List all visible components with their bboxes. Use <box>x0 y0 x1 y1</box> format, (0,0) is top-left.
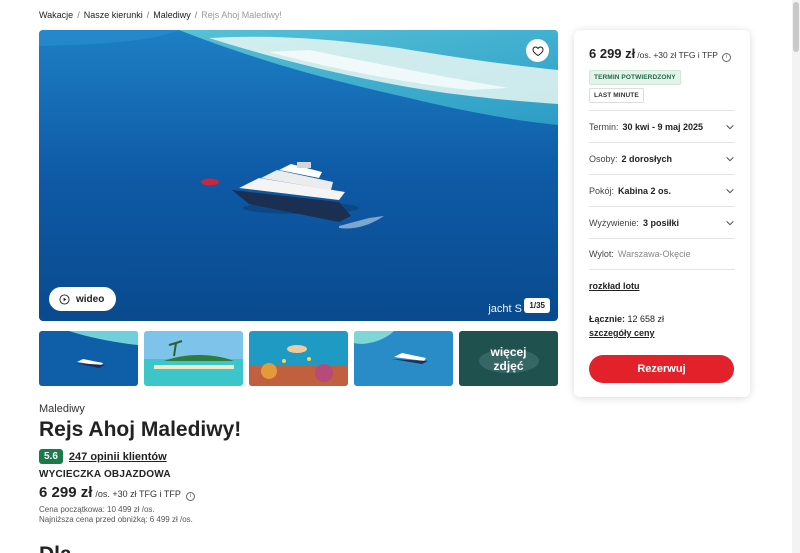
video-button[interactable]: wideo <box>49 287 117 311</box>
breadcrumb-link-wakacje[interactable]: Wakacje <box>39 10 73 20</box>
price-details-link[interactable]: szczegóły ceny <box>589 328 655 338</box>
board-select[interactable]: Wyżywienie: 3 posiłki <box>589 206 735 238</box>
tag-last-minute: LAST MINUTE <box>589 88 644 103</box>
thumbnail-strip: więcej zdjęć <box>39 331 558 386</box>
play-icon <box>59 293 70 305</box>
breadcrumb-link-malediwy[interactable]: Malediwy <box>153 10 191 20</box>
rating-row: 5.6 247 opinii klientów <box>39 449 167 464</box>
departure-value: Warszawa-Okęcie <box>617 249 691 259</box>
flight-schedule-link[interactable]: rozkład lotu <box>589 281 640 291</box>
total-label: Łącznie: <box>589 314 626 324</box>
favorite-button[interactable] <box>526 39 549 62</box>
info-icon[interactable]: i <box>185 491 195 501</box>
thumbnail-yacht-image <box>39 331 138 386</box>
departure-label: Wylot: <box>589 249 614 259</box>
breadcrumb-separator: / <box>146 10 150 20</box>
thumbnail-yacht-reef-image <box>354 331 453 386</box>
persons-label: Osoby: <box>589 153 618 164</box>
hero-yacht-image <box>39 30 558 321</box>
breadcrumb-separator: / <box>194 10 198 20</box>
photo-counter: 1/35 <box>524 298 550 313</box>
board-label: Wyżywienie: <box>589 217 639 228</box>
term-label: Termin: <box>589 121 619 132</box>
trip-type: WYCIECZKA OBJAZDOWA <box>39 469 171 480</box>
chevron-down-icon <box>726 156 734 161</box>
card-price-suffix: /os. +30 zł TFG i TFP <box>637 50 718 60</box>
card-price: 6 299 zł /os. +30 zł TFG i TFP i <box>589 46 731 62</box>
offer-price-suffix: /os. +30 zł TFG i TFP <box>95 489 181 499</box>
persons-select[interactable]: Osoby: 2 dorosłych <box>589 142 735 174</box>
price-start-note: Cena początkowa: 10 499 zł /os. <box>39 505 155 514</box>
price-lowest-note: Najniższa cena przed obniżką: 6 499 zł /… <box>39 515 193 524</box>
thumbnail-4[interactable] <box>354 331 453 386</box>
room-value: Kabina 2 os. <box>618 185 672 196</box>
reserve-button[interactable]: Rezerwuj <box>589 355 734 383</box>
heart-icon <box>531 45 544 56</box>
offer-price-amount: 6 299 zł <box>39 484 93 501</box>
breadcrumb-link-kierunki[interactable]: Nasze kierunki <box>84 10 143 20</box>
total-value: 12 658 zł <box>627 314 665 324</box>
thumbnail-3[interactable] <box>249 331 348 386</box>
term-select[interactable]: Termin: 30 kwi - 9 maj 2025 <box>589 110 735 142</box>
room-select[interactable]: Pokój: Kabina 2 os. <box>589 174 735 206</box>
more-photos-label: więcej zdjęć <box>459 331 558 386</box>
page-scrollbar[interactable] <box>792 0 800 553</box>
photo-caption: jacht S <box>488 303 522 315</box>
booking-card: 6 299 zł /os. +30 zł TFG i TFP i TERMIN … <box>574 30 750 397</box>
info-icon[interactable]: i <box>721 52 731 62</box>
offer-region: Malediwy <box>39 403 85 415</box>
breadcrumb-separator: / <box>77 10 80 20</box>
room-label: Pokój: <box>589 185 615 196</box>
hero-photo[interactable]: wideo jacht S 1/35 <box>39 30 558 321</box>
more-photos-button[interactable]: więcej zdjęć <box>459 331 558 386</box>
offer-title: Rejs Ahoj Malediwy! <box>39 418 242 441</box>
section-heading: Dla <box>39 543 72 553</box>
chevron-down-icon <box>726 188 734 193</box>
card-price-amount: 6 299 zł <box>589 46 636 61</box>
departure-field: Wylot: Warszawa-Okęcie <box>589 238 735 270</box>
breadcrumb-current: Rejs Ahoj Malediwy! <box>201 10 282 20</box>
persons-value: 2 dorosłych <box>621 153 673 164</box>
scrollbar-thumb[interactable] <box>793 2 799 52</box>
offer-price: 6 299 zł /os. +30 zł TFG i TFP i <box>39 484 195 501</box>
video-label: wideo <box>76 293 105 305</box>
chevron-down-icon <box>726 220 734 225</box>
term-value: 30 kwi - 9 maj 2025 <box>622 121 704 132</box>
rating-badge: 5.6 <box>39 449 63 464</box>
breadcrumb: Wakacje / Nasze kierunki / Malediwy / Re… <box>39 10 282 20</box>
thumbnail-2[interactable] <box>144 331 243 386</box>
thumbnail-reef-image <box>249 331 348 386</box>
thumbnail-island-image <box>144 331 243 386</box>
chevron-down-icon <box>726 124 734 129</box>
thumbnail-1[interactable] <box>39 331 138 386</box>
board-value: 3 posiłki <box>642 217 679 228</box>
reviews-link[interactable]: 247 opinii klientów <box>69 451 167 463</box>
total-price: Łącznie: 12 658 zł <box>589 314 664 324</box>
tag-confirmed: TERMIN POTWIERDZONY <box>589 70 681 85</box>
